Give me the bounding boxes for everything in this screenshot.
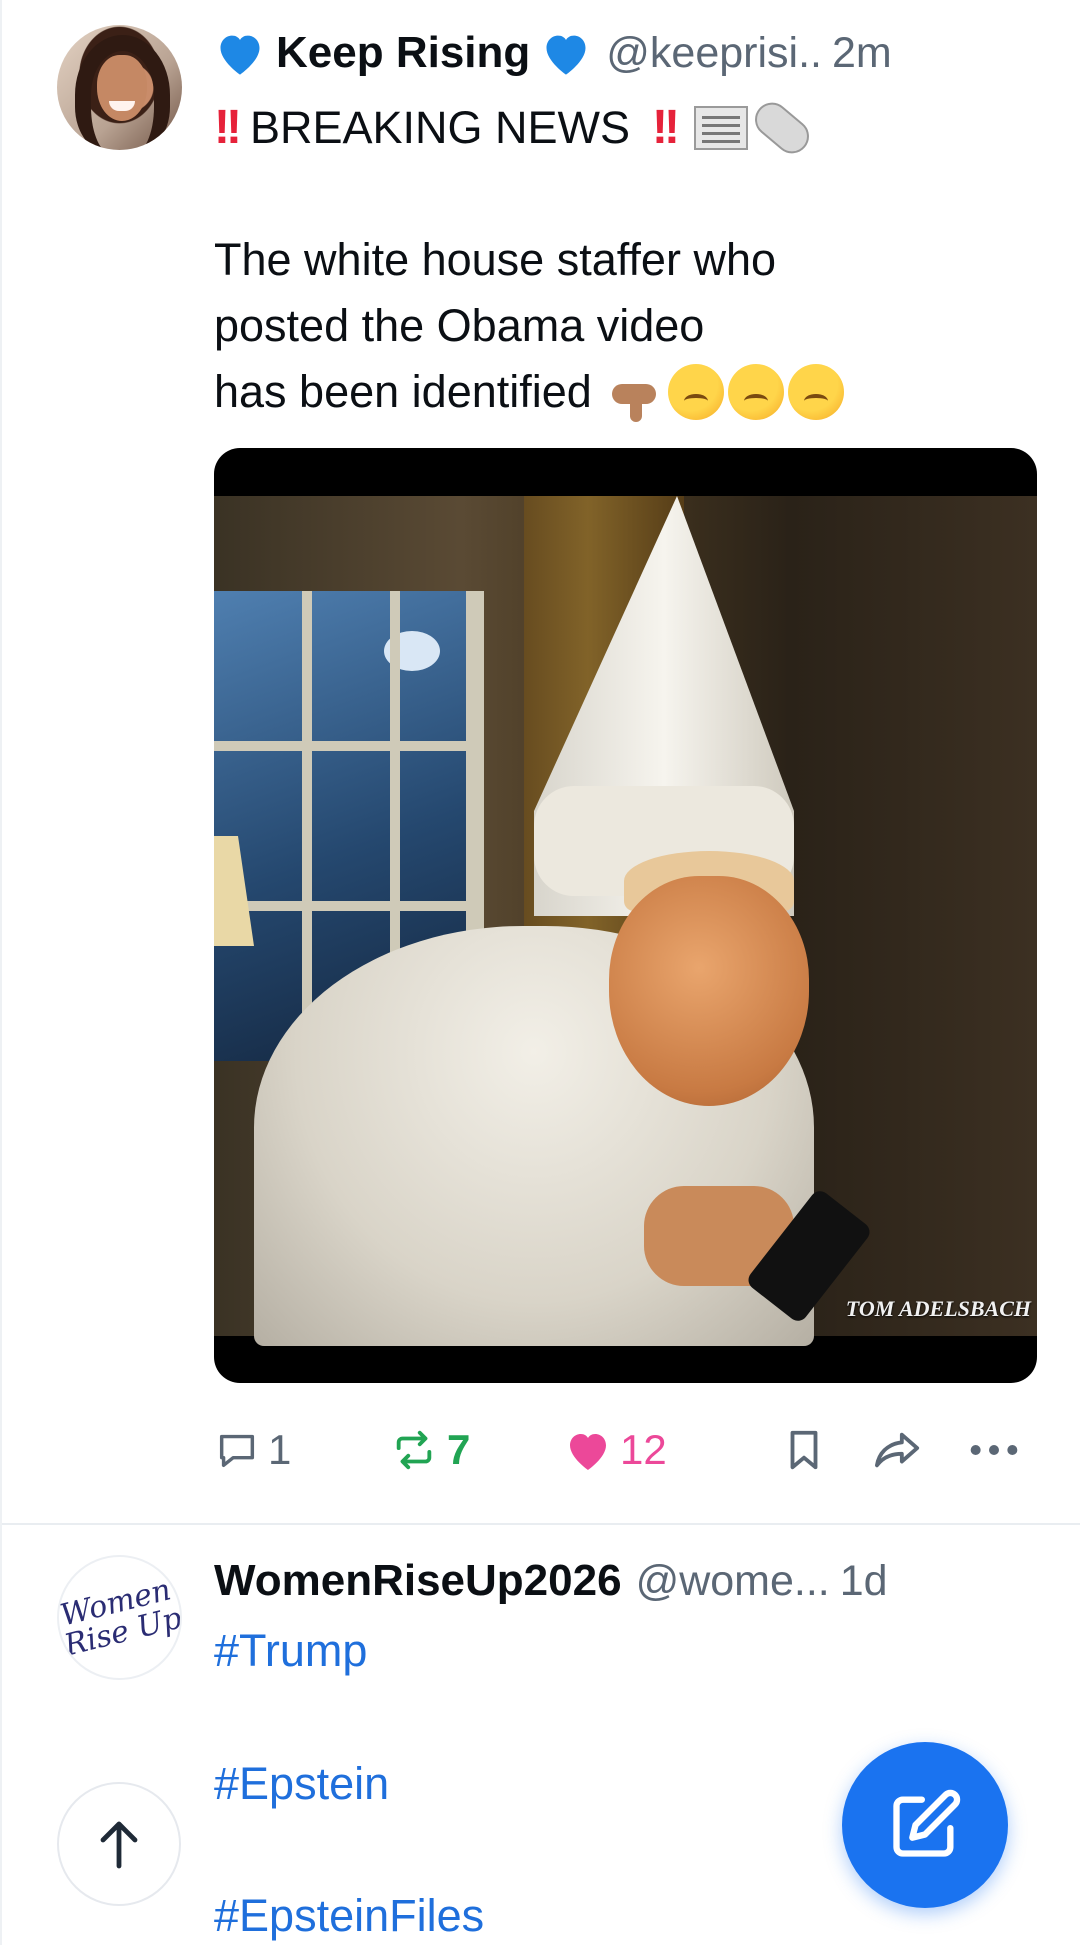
double-exclamation-icon: !! [652, 101, 680, 154]
double-exclamation-icon: !! [214, 101, 242, 154]
rolled-newspaper-icon [748, 95, 816, 161]
pointing-hand-icon [608, 364, 664, 422]
post-actions: 1 7 12 [214, 1420, 1037, 1480]
more-options-button[interactable] [969, 1440, 1019, 1460]
share-button[interactable] [872, 1427, 924, 1473]
author-name[interactable]: WomenRiseUp2026 [214, 1556, 622, 1606]
author-name: Keep Rising [276, 28, 531, 77]
compose-icon [893, 1789, 961, 1857]
post-time[interactable]: 1d [840, 1557, 888, 1606]
repost-icon [396, 1430, 432, 1470]
author-name-group[interactable]: Keep Rising [214, 28, 592, 78]
avatar-face [97, 55, 147, 121]
post-text-line: has been identified [214, 366, 592, 417]
repost-button[interactable]: 7 [389, 1426, 470, 1474]
blue-heart-icon [546, 35, 586, 75]
share-icon [875, 1432, 920, 1468]
post-text-line-emoji: has been identified [214, 359, 1042, 425]
reply-button[interactable]: 1 [214, 1426, 291, 1474]
author-avatar[interactable] [57, 25, 182, 150]
post-text-line: posted the Obama video [214, 300, 705, 351]
feed: Keep Rising @keeprisi.. 2m !! BREAKING N… [0, 0, 1080, 1945]
post[interactable]: Keep Rising @keeprisi.. 2m !! BREAKING N… [2, 0, 1080, 1525]
face-illustration [609, 876, 809, 1106]
post-image[interactable]: TOM ADELSBACH [214, 448, 1037, 1383]
post-time[interactable]: 2m [832, 29, 892, 78]
like-count: 12 [620, 1426, 667, 1473]
newspaper-icon [694, 106, 748, 150]
hashtag-link[interactable]: #Epstein [214, 1758, 389, 1810]
bookmark-button[interactable] [784, 1427, 824, 1473]
hashtag-link[interactable]: #Trump [214, 1625, 367, 1677]
like-button[interactable]: 12 [564, 1426, 667, 1474]
author-handle[interactable]: @keeprisi.. [606, 29, 822, 78]
image-watermark: TOM ADELSBACH [845, 1296, 1031, 1321]
more-icon [970, 1445, 1018, 1455]
hashtag-link[interactable]: #EpsteinFiles [214, 1890, 484, 1942]
post-text-line: The white house staffer who [214, 234, 776, 285]
avatar-logo-text: Women Rise Up [57, 1571, 182, 1663]
reply-icon [219, 1434, 255, 1468]
compose-button[interactable] [842, 1742, 1008, 1908]
author-avatar[interactable]: Women Rise Up [57, 1555, 182, 1680]
heart-icon [570, 1434, 606, 1470]
post-text-breaking: !! BREAKING NEWS !! [214, 95, 1042, 161]
scroll-to-top-button[interactable] [57, 1782, 181, 1906]
post-header: Keep Rising @keeprisi.. 2m [214, 22, 1034, 84]
image-scene: TOM ADELSBACH [214, 496, 1037, 1346]
author-handle[interactable]: @wome... [636, 1557, 830, 1606]
rolling-laughing-face-icon [787, 364, 844, 420]
repost-count: 7 [447, 1426, 471, 1473]
blue-heart-icon [220, 35, 260, 75]
arrow-up-icon [100, 1821, 138, 1869]
bookmark-icon [790, 1430, 818, 1470]
post-header: WomenRiseUp2026 @wome... 1d [214, 1550, 1032, 1612]
reply-count: 1 [268, 1426, 292, 1473]
breaking-label: BREAKING NEWS [249, 102, 631, 153]
face-with-hand-over-mouth-icon [727, 364, 784, 420]
upside-down-face-icon [667, 364, 724, 420]
